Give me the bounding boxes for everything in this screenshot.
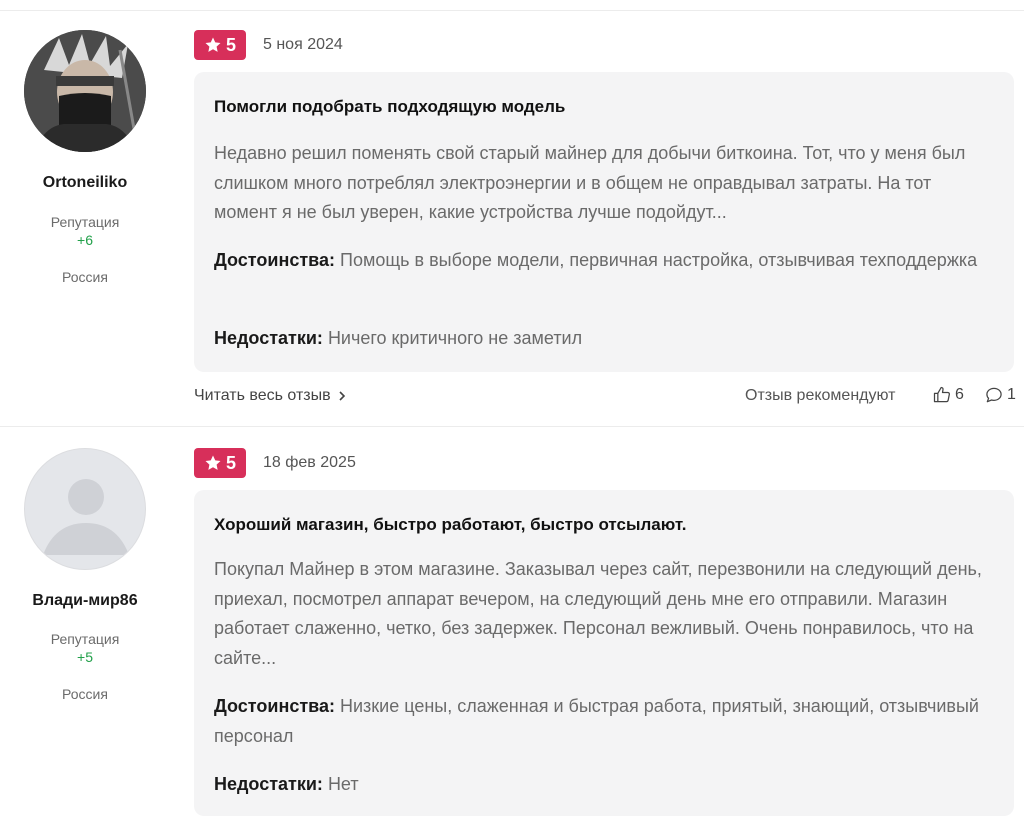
review-pros: Достоинства: Низкие цены, слаженная и бы… bbox=[214, 692, 994, 751]
review-body: Покупал Майнер в этом магазине. Заказыва… bbox=[214, 559, 982, 668]
review-title[interactable]: Хороший магазин, быстро работают, быстро… bbox=[214, 515, 686, 535]
avatar[interactable] bbox=[24, 30, 146, 152]
default-avatar-icon bbox=[43, 479, 129, 555]
cons-label: Недостатки: bbox=[214, 328, 323, 348]
reputation-value: +5 bbox=[77, 649, 93, 665]
pros-text: Помощь в выборе модели, первичная настро… bbox=[340, 250, 978, 270]
reputation-label: Репутация bbox=[50, 214, 120, 230]
like-button[interactable]: 6 bbox=[932, 385, 964, 405]
chevron-right-icon bbox=[339, 391, 345, 401]
pros-label: Достоинства: bbox=[214, 696, 335, 716]
review-item: Ortoneiliko Репутация +6 Россия 5 5 ноя … bbox=[0, 0, 1024, 426]
review-title[interactable]: Помогли подобрать подходящую модель bbox=[214, 97, 565, 117]
review-card: Помогли подобрать подходящую модель Неда… bbox=[194, 72, 1014, 372]
avatar-image bbox=[24, 30, 146, 152]
author-name[interactable]: Влади-мир86 bbox=[0, 592, 170, 610]
author-country: Россия bbox=[62, 686, 108, 702]
comment-icon bbox=[986, 387, 1002, 403]
reputation-label: Репутация bbox=[50, 631, 120, 647]
review-body: Недавно решил поменять свой старый майне… bbox=[214, 143, 966, 222]
read-more-label: Читать весь отзыв bbox=[194, 387, 331, 404]
reputation-value: +6 bbox=[77, 232, 93, 248]
avatar[interactable] bbox=[24, 448, 146, 570]
comments-count: 1 bbox=[1007, 386, 1016, 403]
cons-text: Ничего критичного не заметил bbox=[327, 328, 583, 348]
author-country: Россия bbox=[62, 269, 108, 285]
review-cons: Недостатки: Нет bbox=[214, 770, 994, 800]
rating-badge: 5 bbox=[194, 448, 246, 478]
thumbs-up-icon bbox=[933, 386, 950, 403]
review-date: 18 фев 2025 bbox=[263, 454, 356, 471]
author-name[interactable]: Ortoneiliko bbox=[0, 174, 170, 192]
review-item: Влади-мир86 Репутация +5 Россия 5 18 фев… bbox=[0, 427, 1024, 818]
read-full-review-link[interactable]: Читать весь отзыв bbox=[194, 387, 347, 405]
review-card: Хороший магазин, быстро работают, быстро… bbox=[194, 490, 1014, 816]
cons-text: Нет bbox=[327, 774, 359, 794]
recommend-label: Отзыв рекомендуют bbox=[745, 387, 896, 404]
rating-value: 5 bbox=[225, 452, 236, 473]
rating-value: 5 bbox=[225, 34, 236, 55]
review-date: 5 ноя 2024 bbox=[263, 36, 343, 53]
star-icon bbox=[205, 37, 221, 52]
review-cons: Недостатки: Ничего критичного не заметил bbox=[214, 324, 994, 354]
cons-label: Недостатки: bbox=[214, 774, 323, 794]
rating-badge: 5 bbox=[194, 30, 246, 60]
review-pros: Достоинства: Помощь в выборе модели, пер… bbox=[214, 246, 994, 276]
likes-count: 6 bbox=[955, 386, 964, 403]
review-footer: Читать весь отзыв Отзыв рекомендуют 6 1 bbox=[194, 385, 1016, 409]
pros-label: Достоинства: bbox=[214, 250, 335, 270]
comments-button[interactable]: 1 bbox=[984, 385, 1016, 405]
star-icon bbox=[205, 455, 221, 470]
